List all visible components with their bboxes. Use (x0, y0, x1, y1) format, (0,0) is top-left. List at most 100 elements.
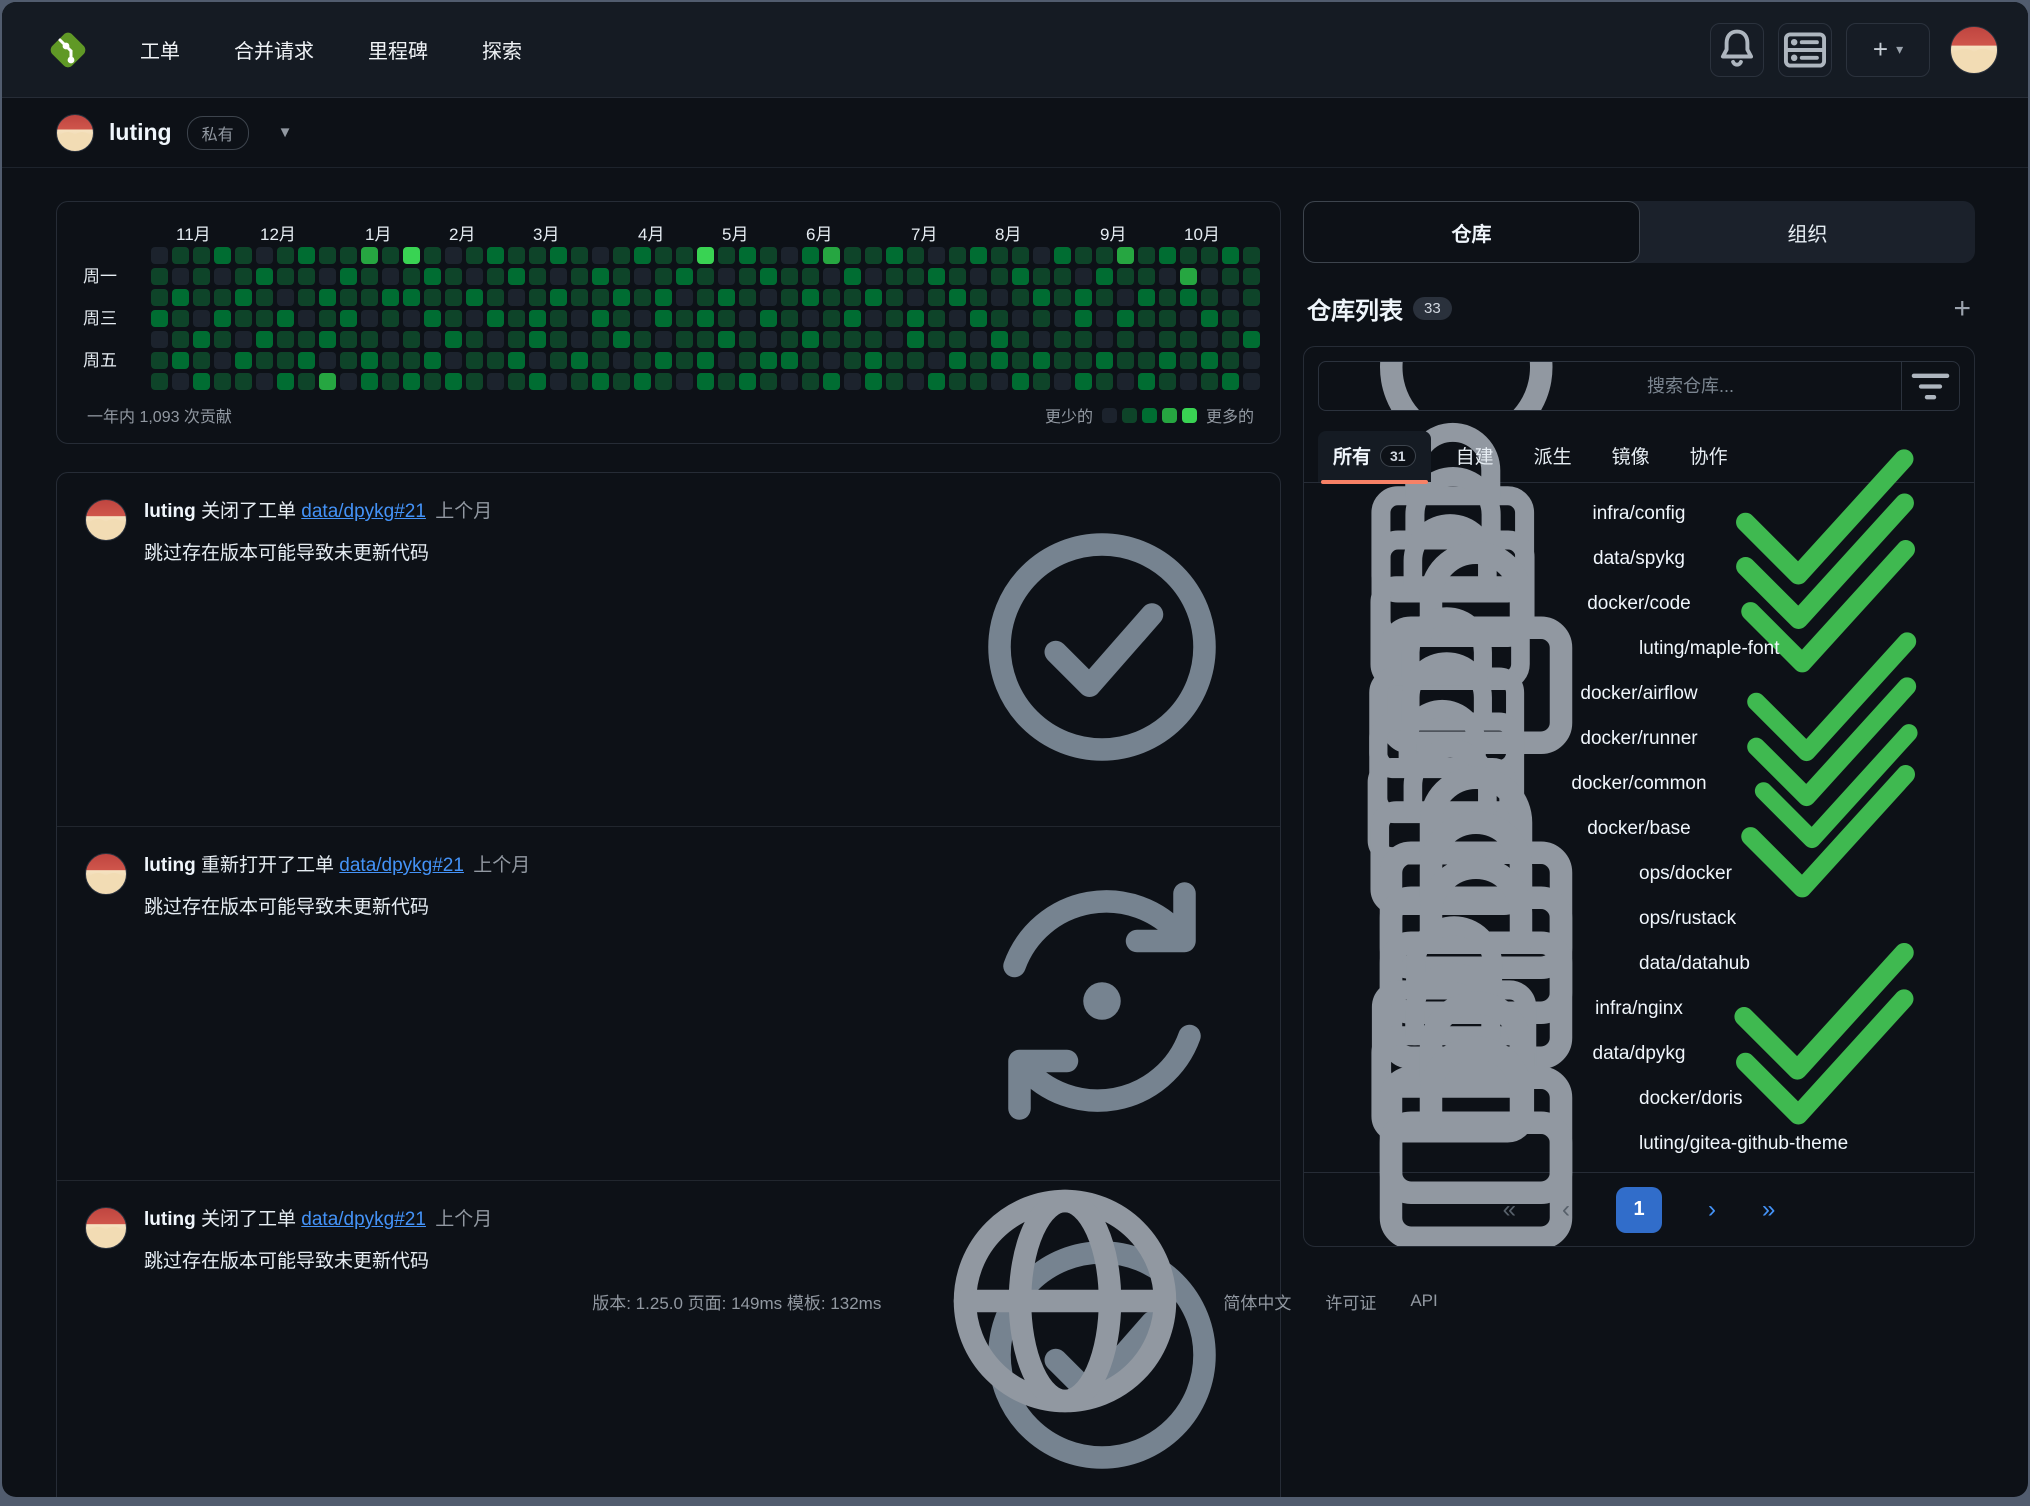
heatmap-cell[interactable] (1180, 310, 1197, 327)
heatmap-cell[interactable] (781, 373, 798, 390)
heatmap-cell[interactable] (1096, 268, 1113, 285)
heatmap-cell[interactable] (1054, 289, 1071, 306)
tab-organizations[interactable]: 组织 (1640, 201, 1975, 263)
heatmap-cell[interactable] (319, 373, 336, 390)
heatmap-cell[interactable] (298, 268, 315, 285)
heatmap-cell[interactable] (445, 310, 462, 327)
heatmap-cell[interactable] (529, 289, 546, 306)
heatmap-cell[interactable] (1243, 268, 1260, 285)
heatmap-cell[interactable] (1138, 310, 1155, 327)
heatmap-cell[interactable] (1012, 247, 1029, 264)
heatmap-cell[interactable] (340, 352, 357, 369)
profile-avatar[interactable] (56, 114, 94, 152)
heatmap-cell[interactable] (403, 268, 420, 285)
heatmap-cell[interactable] (172, 331, 189, 348)
heatmap-cell[interactable] (277, 373, 294, 390)
heatmap-cell[interactable] (529, 352, 546, 369)
heatmap-cell[interactable] (676, 352, 693, 369)
heatmap-cell[interactable] (1033, 352, 1050, 369)
heatmap-cell[interactable] (1054, 310, 1071, 327)
heatmap-cell[interactable] (298, 310, 315, 327)
heatmap-cell[interactable] (886, 352, 903, 369)
heatmap-cell[interactable] (256, 352, 273, 369)
heatmap-cell[interactable] (508, 289, 525, 306)
heatmap-cell[interactable] (676, 331, 693, 348)
heatmap-cell[interactable] (634, 310, 651, 327)
heatmap-cell[interactable] (1201, 247, 1218, 264)
heatmap-cell[interactable] (193, 247, 210, 264)
heatmap-cell[interactable] (1117, 289, 1134, 306)
heatmap-cell[interactable] (1180, 331, 1197, 348)
heatmap-cell[interactable] (634, 268, 651, 285)
heatmap-cell[interactable] (592, 247, 609, 264)
heatmap-cell[interactable] (361, 373, 378, 390)
heatmap-cell[interactable] (991, 331, 1008, 348)
heatmap-cell[interactable] (634, 352, 651, 369)
heatmap-cell[interactable] (1096, 247, 1113, 264)
heatmap-cell[interactable] (718, 373, 735, 390)
heatmap-cell[interactable] (193, 310, 210, 327)
heatmap-cell[interactable] (382, 310, 399, 327)
heatmap-cell[interactable] (865, 310, 882, 327)
heatmap-cell[interactable] (424, 331, 441, 348)
context-chevron-down-icon[interactable]: ▼ (278, 124, 293, 141)
heatmap-cell[interactable] (445, 373, 462, 390)
heatmap-cell[interactable] (508, 331, 525, 348)
heatmap-cell[interactable] (214, 352, 231, 369)
heatmap-cell[interactable] (676, 268, 693, 285)
heatmap-cell[interactable] (949, 268, 966, 285)
profile-username[interactable]: luting (109, 119, 172, 146)
heatmap-cell[interactable] (235, 373, 252, 390)
feed-repo-link[interactable]: data/dpykg#21 (301, 501, 426, 522)
heatmap-cell[interactable] (403, 331, 420, 348)
heatmap-cell[interactable] (1222, 331, 1239, 348)
heatmap-cell[interactable] (1075, 352, 1092, 369)
heatmap-cell[interactable] (1201, 268, 1218, 285)
heatmap-cell[interactable] (802, 373, 819, 390)
heatmap-cell[interactable] (781, 331, 798, 348)
heatmap-cell[interactable] (823, 289, 840, 306)
heatmap-cell[interactable] (781, 289, 798, 306)
heatmap-cell[interactable] (760, 289, 777, 306)
heatmap-cell[interactable] (634, 247, 651, 264)
heatmap-cell[interactable] (571, 352, 588, 369)
heatmap-cell[interactable] (697, 331, 714, 348)
heatmap-cell[interactable] (1180, 268, 1197, 285)
heatmap-cell[interactable] (1012, 310, 1029, 327)
tab-repositories[interactable]: 仓库 (1303, 201, 1640, 263)
heatmap-cell[interactable] (907, 289, 924, 306)
heatmap-cell[interactable] (1222, 352, 1239, 369)
heatmap-cell[interactable] (361, 289, 378, 306)
heatmap-cell[interactable] (907, 352, 924, 369)
heatmap-cell[interactable] (718, 352, 735, 369)
heatmap-cell[interactable] (445, 268, 462, 285)
heatmap-cell[interactable] (928, 268, 945, 285)
heatmap-cell[interactable] (487, 268, 504, 285)
heatmap-cell[interactable] (613, 310, 630, 327)
heatmap-cell[interactable] (361, 331, 378, 348)
heatmap-cell[interactable] (340, 331, 357, 348)
heatmap-cell[interactable] (340, 373, 357, 390)
heatmap-cell[interactable] (1222, 373, 1239, 390)
heatmap-cell[interactable] (739, 268, 756, 285)
heatmap-cell[interactable] (214, 331, 231, 348)
heatmap-cell[interactable] (571, 289, 588, 306)
heatmap-cell[interactable] (1222, 289, 1239, 306)
heatmap-cell[interactable] (907, 247, 924, 264)
heatmap-cell[interactable] (256, 331, 273, 348)
heatmap-cell[interactable] (1075, 331, 1092, 348)
heatmap-cell[interactable] (424, 310, 441, 327)
heatmap-cell[interactable] (823, 352, 840, 369)
heatmap-cell[interactable] (193, 352, 210, 369)
heatmap-cell[interactable] (151, 310, 168, 327)
heatmap-cell[interactable] (949, 247, 966, 264)
heatmap-cell[interactable] (214, 289, 231, 306)
heatmap-cell[interactable] (760, 373, 777, 390)
heatmap-cell[interactable] (760, 331, 777, 348)
heatmap-cell[interactable] (718, 331, 735, 348)
heatmap-cell[interactable] (1138, 247, 1155, 264)
heatmap-cell[interactable] (361, 268, 378, 285)
heatmap-cell[interactable] (634, 331, 651, 348)
heatmap-cell[interactable] (991, 247, 1008, 264)
heatmap-cell[interactable] (550, 268, 567, 285)
